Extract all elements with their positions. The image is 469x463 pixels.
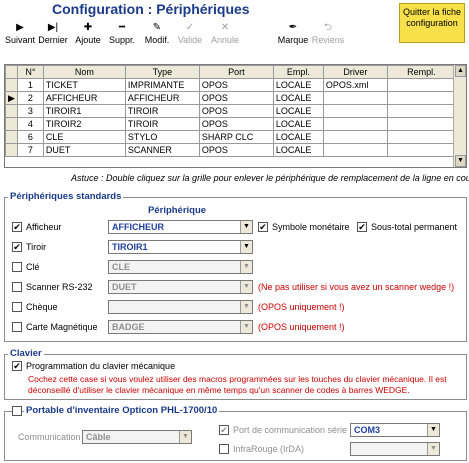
grid-table: N° Nom Type Port Empl. Driver Rempl. 1 TI… [5,65,456,157]
clavier-label: Programmation du clavier mécanique [26,361,176,371]
afficheur-select[interactable]: AFFICHEUR ▼ [108,220,253,234]
chevron-down-icon: ▼ [427,424,439,436]
carte-checkbox[interactable] [12,322,22,332]
carte-select[interactable]: BADGE ▼ [108,320,253,334]
grid-header: N° Nom Type Port Empl. Driver Rempl. [5,65,456,79]
table-row[interactable]: 7 DUET SCANNER OPOS LOCALE [5,143,456,157]
col-header[interactable]: Rempl. [386,65,456,79]
symbole-label: Symbole monétaire [272,222,350,232]
page-title: Configuration : Périphériques [52,1,250,17]
carte-label: Carte Magnétique [26,322,98,332]
dernier-button[interactable]: ▶| Dernier [37,20,69,45]
valide-button[interactable]: ✓ Valide [175,20,205,45]
infrarouge-label: InfraRouge (IrDA) [233,444,305,454]
chevron-down-icon: ▼ [240,281,252,293]
peripherals-grid[interactable]: N° Nom Type Port Empl. Driver Rempl. 1 TI… [4,64,467,168]
carte-warning: (OPOS uniquement !) [258,322,345,332]
return-icon: ⮌ [323,22,332,33]
chevron-down-icon: ▼ [240,221,252,233]
col-header[interactable]: Nom [42,65,126,79]
table-row[interactable]: 1 TICKET IMPRIMANTE OPOS LOCALE OPOS.xml [5,78,456,92]
sous-total-label: Sous-total permanent [371,222,458,232]
infrarouge-checkbox[interactable] [219,444,229,454]
infrarouge-select[interactable]: ▼ [350,442,440,456]
annule-button[interactable]: ✕ Annule [209,20,241,45]
edit-icon: ✎ [152,22,162,33]
opticon-title: Portable d'inventaire Opticon PHL-1700/1… [24,405,220,416]
cheque-label: Chèque [26,302,58,312]
clavier-note: Cochez cette case si vous voulez utilise… [28,374,447,395]
scanner-select[interactable]: DUET ▼ [108,280,253,294]
table-row[interactable]: ▶ 2 AFFICHEUR AFFICHEUR OPOS LOCALE [5,91,456,105]
hint-text: Astuce : Double cliquez sur la grille po… [71,173,469,183]
table-row[interactable]: 4 TIROIR2 TIROIR OPOS LOCALE [5,117,456,131]
reviens-button[interactable]: ⮌ Reviens [311,20,345,45]
cancel-icon: ✕ [220,22,230,33]
tiroir-label: Tiroir [26,242,47,252]
communication-select[interactable]: Câble ▼ [82,430,192,444]
chevron-down-icon: ▼ [179,431,191,443]
cle-checkbox[interactable] [12,262,22,272]
port-select[interactable]: COM3 ▼ [350,423,440,437]
col-header[interactable]: Type [124,65,200,79]
scroll-up-icon[interactable]: ▲ [455,65,466,77]
col-header[interactable]: N° [16,65,44,79]
table-row[interactable]: 6 CLE STYLO SHARP CLC LOCALE [5,130,456,144]
opticon-checkbox[interactable] [12,406,22,416]
chevron-down-icon: ▼ [427,443,439,455]
scanner-warning: (Ne pas utiliser si vous avez un scanner… [258,282,455,292]
port-label: Port de communication série [233,425,348,435]
pen-icon: ✒ [288,22,298,33]
minus-icon: ━ [118,22,126,33]
modif-button[interactable]: ✎ Modif. [141,20,173,45]
quit-button[interactable]: Quitter la fiche configuration [399,3,465,43]
plus-icon: ✚ [83,22,93,33]
marque-button[interactable]: ✒ Marque [277,20,309,45]
symbole-checkbox[interactable]: ✔ [258,222,268,232]
clavier-checkbox[interactable]: ✔ [12,361,22,371]
chevron-down-icon: ▼ [240,241,252,253]
afficheur-checkbox[interactable]: ✔ [12,222,22,232]
cheque-checkbox[interactable] [12,302,22,312]
last-icon: ▶| [47,22,59,33]
chevron-down-icon: ▼ [240,301,252,313]
next-icon: ▶ [16,22,24,33]
cle-label: Clé [26,262,40,272]
cheque-warning: (OPOS uniquement !) [258,302,345,312]
scroll-down-icon[interactable]: ▼ [455,155,466,167]
afficheur-label: Afficheur [26,222,62,232]
cheque-select[interactable]: ▼ [108,300,253,314]
suppr-button[interactable]: ━ Suppr. [106,20,138,45]
chevron-down-icon: ▼ [240,261,252,273]
port-checkbox[interactable]: ✔ [219,425,229,435]
table-row[interactable]: 3 TIROIR1 TIROIR OPOS LOCALE [5,104,456,118]
cle-select[interactable]: CLE ▼ [108,260,253,274]
col-header[interactable]: Empl. [272,65,324,79]
sous-total-checkbox[interactable]: ✔ [357,222,367,232]
suivant-button[interactable]: ▶ Suivant [4,20,36,45]
scanner-label: Scanner RS-232 [26,282,93,292]
communication-label: Communication [18,432,81,442]
grid-scrollbar[interactable]: ▲ ▼ [453,65,466,167]
standards-title: Périphériques standards [8,191,124,202]
col-header[interactable]: Port [198,65,274,79]
clavier-title: Clavier [8,348,44,359]
current-row-marker-icon: ▶ [5,91,18,105]
tiroir-select[interactable]: TIROIR1 ▼ [108,240,253,254]
tiroir-checkbox[interactable]: ✔ [12,242,22,252]
scanner-checkbox[interactable] [12,282,22,292]
peripheral-column-header: Périphérique [148,205,207,216]
check-icon: ✓ [185,22,195,33]
col-header[interactable]: Driver [322,65,388,79]
ajoute-button[interactable]: ✚ Ajoute [72,20,104,45]
chevron-down-icon: ▼ [240,321,252,333]
